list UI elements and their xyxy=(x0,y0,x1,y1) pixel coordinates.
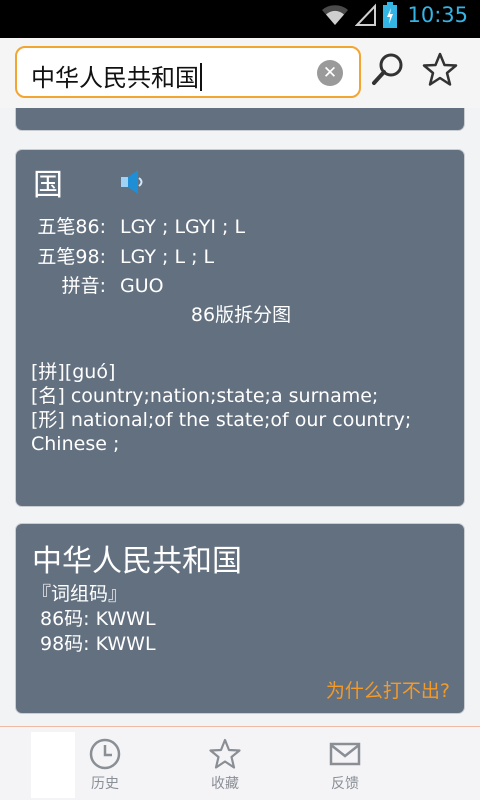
pinyin-value: GUO xyxy=(120,275,164,297)
wubi86-value: LGY ; LGYI ; L xyxy=(120,216,246,238)
nav-history-label: 历史 xyxy=(91,776,119,792)
search-input[interactable]: 中华人民共和国 ✕ xyxy=(15,46,361,98)
status-time: 10:35 xyxy=(407,3,468,27)
split-diagram-link[interactable]: 86版拆分图 xyxy=(16,300,466,327)
word-code-heading: 『词组码』 xyxy=(32,583,128,605)
search-icon[interactable] xyxy=(368,50,408,90)
status-icons: 10:35 xyxy=(321,2,468,28)
nav-favorites-label: 收藏 xyxy=(211,776,239,792)
nav-feedback[interactable]: 反馈 xyxy=(315,737,375,793)
character-title: 国 xyxy=(33,168,63,203)
bottom-nav: 历史 收藏 反馈 xyxy=(0,726,480,800)
signal-icon xyxy=(355,3,377,26)
definition-line: [形] national;of the state;of our country… xyxy=(31,409,412,431)
clear-icon[interactable]: ✕ xyxy=(317,60,343,86)
pinyin-label: 拼音: xyxy=(61,275,106,297)
clock-icon xyxy=(89,738,121,770)
pinyin-row: 拼音: GUO xyxy=(16,271,456,298)
wifi-icon xyxy=(322,5,349,25)
results-list[interactable]: 国 五笔86: LGY ; LGYI ; L 五笔98: LGY ; L ; L 拼… xyxy=(0,108,480,726)
nav-feedback-label: 反馈 xyxy=(331,776,359,792)
mail-icon xyxy=(329,742,361,766)
definition-line: Chinese ; xyxy=(31,433,120,455)
text-caret xyxy=(200,63,202,91)
wubi98-label: 五笔98: xyxy=(37,246,106,268)
star-icon[interactable] xyxy=(420,50,460,90)
wubi98-value: LGY ; L ; L xyxy=(120,246,215,268)
battery-icon xyxy=(383,2,398,28)
why-cant-type-link[interactable]: 为什么打不出? xyxy=(326,676,450,703)
character-card: 国 五笔86: LGY ; LGYI ; L 五笔98: LGY ; L ; L 拼… xyxy=(15,149,465,507)
search-header: 中华人民共和国 ✕ xyxy=(0,38,480,108)
nav-placeholder xyxy=(31,732,75,798)
search-input-value[interactable]: 中华人民共和国 xyxy=(31,58,202,93)
nav-history[interactable]: 历史 xyxy=(75,737,135,793)
wubi86-label: 五笔86: xyxy=(37,216,106,238)
word-title: 中华人民共和国 xyxy=(32,544,242,579)
definition-line: [拼][guó] xyxy=(31,361,116,383)
definitions: [拼][guó] [名] country;nation;state;a surn… xyxy=(31,360,451,456)
wubi98-row: 五笔98: LGY ; L ; L xyxy=(16,242,456,269)
nav-favorites[interactable]: 收藏 xyxy=(195,737,255,793)
word-card: 中华人民共和国 『词组码』 86码: KWWL 98码: KWWL 为什么打不出… xyxy=(15,523,465,714)
star-icon xyxy=(209,738,241,769)
wubi86-row: 五笔86: LGY ; LGYI ; L xyxy=(16,212,456,239)
word-code-98: 98码: KWWL xyxy=(40,633,156,655)
previous-card xyxy=(15,108,465,131)
word-code-86: 86码: KWWL xyxy=(40,608,156,630)
speaker-icon[interactable] xyxy=(120,168,146,196)
definition-line: [名] country;nation;state;a surname; xyxy=(31,385,379,407)
status-bar: 10:35 xyxy=(0,0,480,38)
